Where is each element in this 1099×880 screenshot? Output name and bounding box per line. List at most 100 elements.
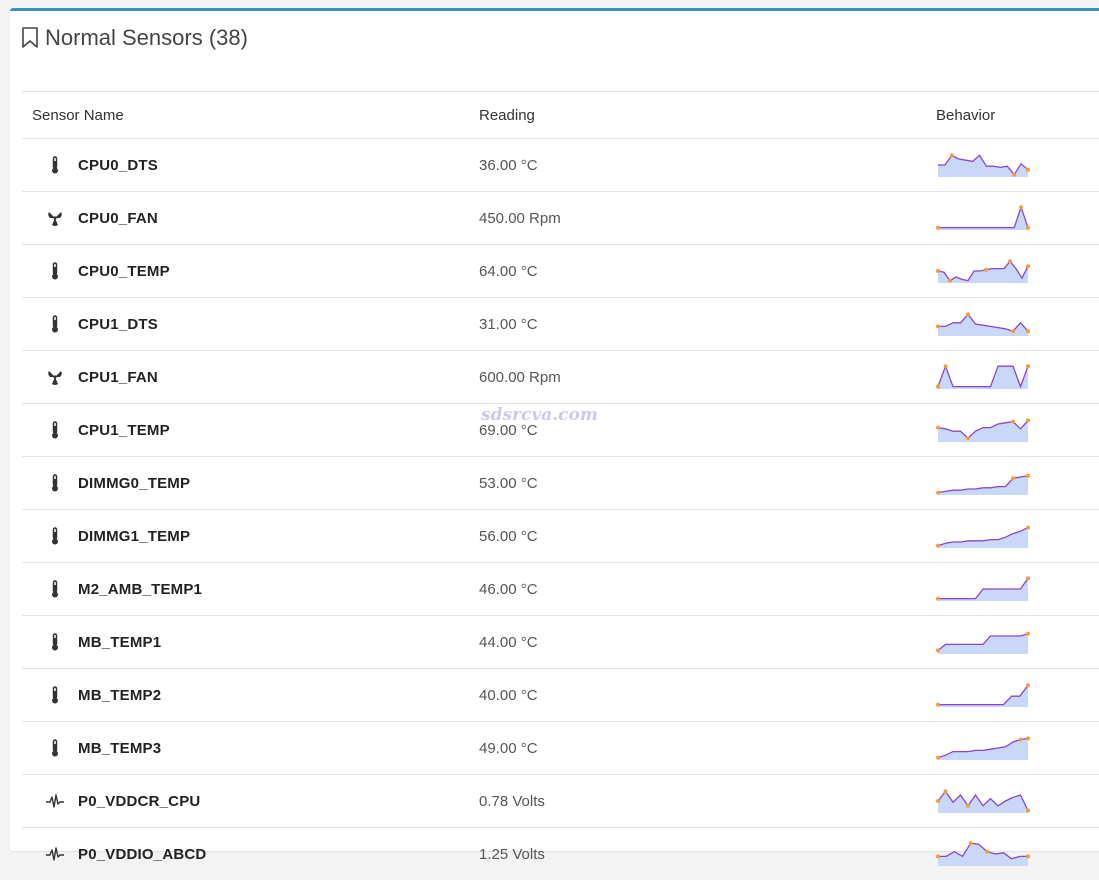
sparkline-point xyxy=(1026,225,1030,230)
thermometer-icon xyxy=(52,474,58,492)
behavior-cell xyxy=(936,151,1099,179)
thermometer-icon xyxy=(52,580,58,598)
sensor-name-cell: M2_AMB_TEMP1 xyxy=(22,580,479,598)
sparkline-point xyxy=(936,490,940,495)
sensor-name-cell: CPU0_DTS xyxy=(22,156,479,174)
panel-header: Normal Sensors (38) xyxy=(21,25,248,51)
behavior-cell xyxy=(936,787,1099,815)
sensor-name-cell: DIMMG1_TEMP xyxy=(22,527,479,545)
sparkline-chart xyxy=(936,736,1030,760)
sparkline-point xyxy=(1026,576,1030,581)
sensor-name: CPU1_DTS xyxy=(78,315,158,333)
table-row[interactable]: DIMMG0_TEMP 53.00 °C xyxy=(22,456,1099,509)
sparkline-chart xyxy=(938,153,1030,177)
table-row[interactable]: MB_TEMP3 49.00 °C xyxy=(22,721,1099,774)
sensor-reading: 46.00 °C xyxy=(479,580,538,598)
thermometer-icon xyxy=(52,421,58,439)
sparkline-point xyxy=(936,648,940,653)
sparkline-point xyxy=(943,789,948,794)
thermometer-icon xyxy=(52,686,58,704)
table-row[interactable]: CPU0_TEMP 64.00 °C xyxy=(22,244,1099,297)
column-header-behavior[interactable]: Behavior xyxy=(936,107,1099,124)
panel-title: Normal Sensors (38) xyxy=(45,25,248,50)
fan-icon xyxy=(44,209,66,227)
sparkline-point xyxy=(1026,167,1030,172)
behavior-cell xyxy=(936,681,1099,709)
table-row[interactable]: CPU1_TEMP 69.00 °C xyxy=(22,403,1099,456)
sensor-reading: 56.00 °C xyxy=(479,527,538,545)
thermometer-icon xyxy=(44,633,66,651)
sparkline-point xyxy=(936,425,940,430)
sparkline-point xyxy=(936,324,940,329)
behavior-cell xyxy=(936,575,1099,603)
column-header-sensor-name[interactable]: Sensor Name xyxy=(22,107,479,124)
sparkline-chart xyxy=(936,418,1030,442)
sparkline-point xyxy=(1026,525,1030,530)
sparkline-point xyxy=(936,854,940,859)
fan-icon xyxy=(44,368,66,386)
fan-icon xyxy=(48,212,62,226)
sensor-name: DIMMG1_TEMP xyxy=(78,527,191,545)
sparkline-point xyxy=(1026,329,1030,334)
sparkline-point xyxy=(936,269,940,273)
bookmark-icon xyxy=(22,27,38,48)
sparkline-chart xyxy=(936,576,1030,601)
sensor-reading: 49.00 °C xyxy=(479,739,538,757)
table-row[interactable]: MB_TEMP1 44.00 °C xyxy=(22,615,1099,668)
sensor-reading: 69.00 °C xyxy=(479,421,538,439)
pulse-icon xyxy=(46,794,64,808)
sparkline-chart xyxy=(936,205,1030,230)
behavior-cell xyxy=(936,204,1099,232)
sparkline-chart xyxy=(936,312,1030,336)
sensor-name-cell: P0_VDDIO_ABCD xyxy=(22,845,479,863)
sensor-name: MB_TEMP1 xyxy=(78,633,162,651)
sparkline-chart xyxy=(936,789,1030,813)
table-row[interactable]: M2_AMB_TEMP1 46.00 °C xyxy=(22,562,1099,615)
sparkline-point xyxy=(936,799,940,803)
table-row[interactable]: CPU1_DTS 31.00 °C xyxy=(22,297,1099,350)
sensor-name-cell: MB_TEMP3 xyxy=(22,739,479,757)
sensor-reading: 44.00 °C xyxy=(479,633,538,651)
sparkline-chart xyxy=(936,631,1030,654)
sparkline-point xyxy=(1008,259,1012,264)
behavior-cell xyxy=(936,734,1099,762)
table-row[interactable]: CPU0_DTS 36.00 °C xyxy=(22,138,1099,191)
sparkline-point xyxy=(943,364,948,369)
sparkline-point xyxy=(1026,364,1030,369)
sparkline-point xyxy=(936,384,940,389)
sensor-reading: 31.00 °C xyxy=(479,315,538,333)
behavior-cell xyxy=(936,469,1099,497)
sensor-name: P0_VDDCR_CPU xyxy=(78,792,201,810)
sensor-name: MB_TEMP2 xyxy=(78,686,162,704)
sparkline-line xyxy=(938,205,1029,229)
sparkline-point xyxy=(1026,264,1030,269)
sensor-name-cell: CPU1_DTS xyxy=(22,315,479,333)
normal-sensors-panel: Normal Sensors (38) Sensor Name Reading … xyxy=(10,8,1099,866)
sparkline-point xyxy=(936,543,940,548)
sensor-name-cell: P0_VDDCR_CPU xyxy=(22,792,479,810)
sensor-name-cell: MB_TEMP2 xyxy=(22,686,479,704)
column-header-reading[interactable]: Reading xyxy=(479,107,936,124)
table-row[interactable]: CPU1_FAN 600.00 Rpm xyxy=(22,350,1099,403)
thermometer-icon xyxy=(52,739,58,757)
sparkline-point xyxy=(1026,473,1030,478)
table-row[interactable]: P0_VDDCR_CPU 0.78 Volts xyxy=(22,774,1099,827)
sensor-name-cell: CPU1_FAN xyxy=(22,368,479,386)
sparkline-point xyxy=(1019,205,1024,210)
thermometer-icon xyxy=(44,474,66,492)
table-row[interactable]: P0_VDDIO_ABCD 1.25 Volts xyxy=(22,827,1099,880)
pulse-icon xyxy=(44,792,66,810)
table-row[interactable]: CPU0_FAN 450.00 Rpm xyxy=(22,191,1099,244)
sparkline-point xyxy=(1026,683,1030,688)
sensor-name: DIMMG0_TEMP xyxy=(78,474,191,492)
table-row[interactable]: DIMMG1_TEMP 56.00 °C xyxy=(22,509,1099,562)
sparkline-point xyxy=(984,267,988,272)
thermometer-icon xyxy=(44,527,66,545)
thermometer-icon xyxy=(44,580,66,598)
sensor-name: MB_TEMP3 xyxy=(78,739,162,757)
sensor-name: CPU1_FAN xyxy=(78,368,158,386)
sensor-table: Sensor Name Reading Behavior CPU0_DTS 36.… xyxy=(22,91,1099,880)
sparkline-point xyxy=(1011,419,1015,424)
table-row[interactable]: MB_TEMP2 40.00 °C xyxy=(22,668,1099,721)
sparkline-point xyxy=(966,436,970,441)
